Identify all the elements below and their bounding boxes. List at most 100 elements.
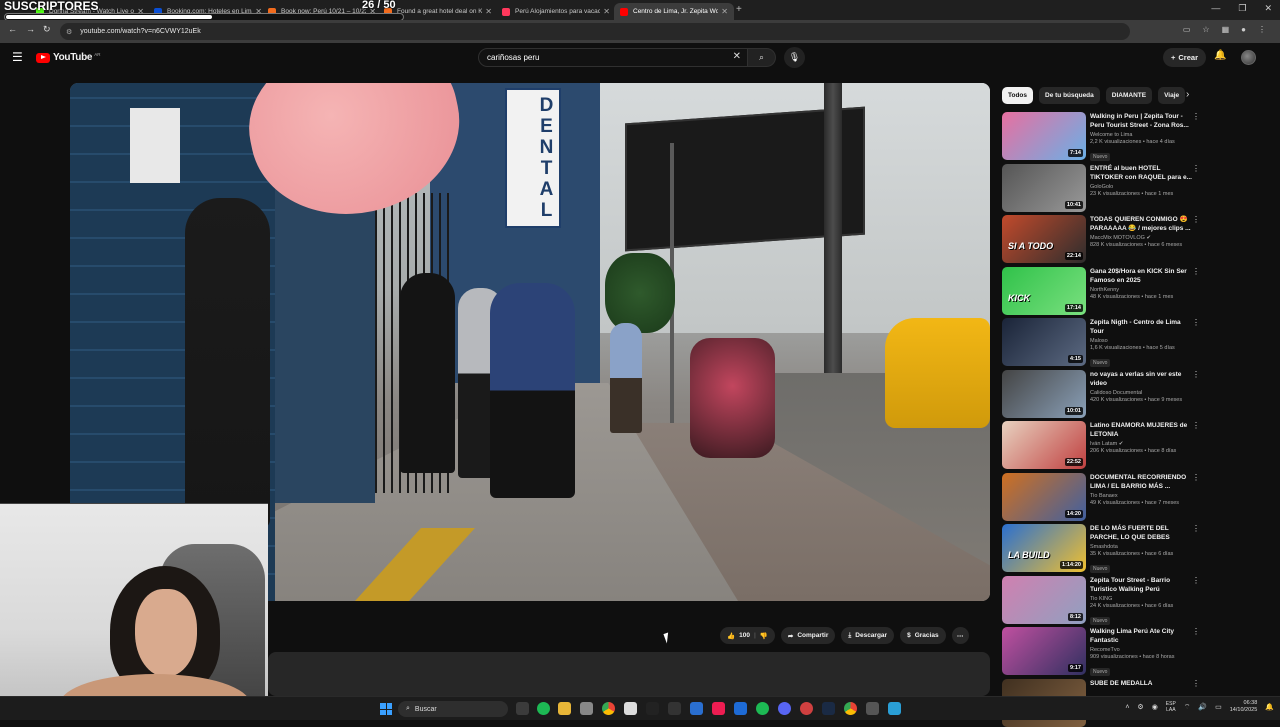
voice-search-button[interactable]: 🎙 [784, 47, 805, 68]
file-explorer-icon[interactable] [558, 702, 571, 715]
video-title[interactable]: SUBE DE MEDALLA [1090, 679, 1192, 688]
clear-search-icon[interactable]: ✕ [733, 51, 741, 62]
video-thumbnail[interactable]: SI A TODO 22:14 [1002, 215, 1086, 263]
recommendation-item[interactable]: 10:01 no vayas a verlas sin ver este vide… [1002, 369, 1202, 418]
bookmark-star-icon[interactable]: ☆ [1202, 25, 1209, 34]
kebab-menu-icon[interactable]: ⋮ [1192, 421, 1200, 430]
create-button[interactable]: + Crear [1163, 48, 1206, 67]
video-title[interactable]: no vayas a verlas sin ver este video [1090, 370, 1192, 388]
cast-icon[interactable]: ▭ [1183, 25, 1191, 34]
channel-name[interactable]: Maloso [1090, 338, 1192, 344]
close-icon[interactable]: ✕ [721, 7, 728, 16]
windows-start-icon[interactable] [380, 703, 392, 715]
kebab-menu-icon[interactable]: ⋮ [1192, 627, 1200, 636]
recommendation-item[interactable]: 10:41 ENTRÉ al buen HOTEL TIKTOKER con RA… [1002, 163, 1202, 212]
app-icon[interactable] [668, 702, 681, 715]
chrome-icon[interactable] [602, 702, 615, 715]
app-icon[interactable] [690, 702, 703, 715]
kebab-menu-icon[interactable]: ⋮ [1192, 112, 1200, 121]
more-actions-button[interactable]: ⋯ [951, 627, 969, 644]
hamburger-menu-icon[interactable]: ☰ [12, 50, 23, 64]
taskbar-search[interactable]: ⌕ Buscar [398, 701, 508, 717]
video-thumbnail[interactable]: 10:01 [1002, 369, 1086, 418]
recommendation-item[interactable]: 14:20 DOCUMENTAL RECORRIENDO LIMA / EL BA… [1002, 472, 1202, 521]
channel-name[interactable]: NorthKenny [1090, 287, 1192, 293]
volume-icon[interactable]: 🔊 [1198, 703, 1207, 711]
site-info-icon[interactable]: ⚙ [66, 28, 72, 36]
clock[interactable]: 06:38 14/10/2025 [1230, 700, 1258, 714]
chip-all[interactable]: Todos [1002, 87, 1034, 104]
channel-name[interactable]: GoloGolo [1090, 184, 1192, 190]
browser-menu-icon[interactable]: ⋮ [1258, 25, 1266, 34]
task-view-icon[interactable] [516, 702, 529, 715]
kebab-menu-icon[interactable]: ⋮ [1192, 164, 1200, 173]
recommendation-item[interactable]: 8:12 Zepita Tour Street - Barrio Turistic… [1002, 575, 1202, 625]
minimize-icon[interactable]: — [1211, 3, 1220, 14]
chip-diamante[interactable]: DIAMANTE [1105, 87, 1153, 104]
kebab-menu-icon[interactable]: ⋮ [1192, 267, 1200, 276]
video-title[interactable]: Gana 20$/Hora en KICK Sin Ser Famoso en … [1090, 267, 1192, 285]
calculator-icon[interactable] [580, 702, 593, 715]
search-button[interactable]: ⌕ [748, 48, 776, 67]
discord-icon[interactable] [778, 702, 791, 715]
app-tray-icon[interactable]: ⚙ [1137, 703, 1143, 711]
steam-icon[interactable] [822, 702, 835, 715]
video-title[interactable]: ENTRÉ al buen HOTEL TIKTOKER con RAQUEL … [1090, 164, 1192, 182]
channel-name[interactable]: MaccMix MOTOVLOG ✔ [1090, 235, 1192, 241]
tiktok-icon[interactable] [712, 702, 725, 715]
video-title[interactable]: Walking in Peru | Zepita Tour - Peru Tou… [1090, 112, 1192, 130]
app-icon[interactable] [800, 702, 813, 715]
app-icon[interactable] [734, 702, 747, 715]
video-thumbnail[interactable]: 22:52 [1002, 421, 1086, 469]
recommendation-item[interactable]: KICK 17:14 Gana 20$/Hora en KICK Sin Ser F… [1002, 266, 1202, 315]
browser-tab[interactable]: Perú Alojamientos para vacacio ✕ [496, 3, 616, 20]
channel-name[interactable]: Smashdota [1090, 544, 1192, 550]
url-field[interactable]: ⚙ youtube.com/watch?v=n6CVWY12uEk [60, 23, 1130, 40]
kebab-menu-icon[interactable]: ⋮ [1192, 473, 1200, 482]
new-tab-button[interactable]: + [736, 4, 742, 15]
wifi-icon[interactable]: ⌔ [1184, 703, 1191, 712]
channel-name[interactable]: Welcome to Lima [1090, 132, 1192, 138]
kebab-menu-icon[interactable]: ⋮ [1192, 215, 1200, 224]
recommendation-item[interactable]: 22:52 Latino ENAMORA MUJERES de LETONIA Iv… [1002, 421, 1202, 469]
app-icon[interactable] [888, 702, 901, 715]
maximize-icon[interactable]: ❐ [1238, 3, 1246, 14]
close-icon[interactable]: ✕ [603, 7, 610, 16]
chip-from-search[interactable]: De tu búsqueda [1039, 87, 1100, 104]
video-title[interactable]: DOCUMENTAL RECORRIENDO LIMA / EL BARRIO … [1090, 473, 1192, 491]
language-indicator[interactable]: ESP LAA [1166, 701, 1176, 713]
app-tray-icon[interactable]: ◉ [1152, 703, 1158, 711]
recommendation-item[interactable]: 4:15 Zepita Nigth - Centro de Lima Tour Ma… [1002, 318, 1202, 367]
video-thumbnail[interactable]: 4:15 [1002, 318, 1086, 366]
recommendation-item[interactable]: 7:14 Walking in Peru | Zepita Tour - Peru… [1002, 112, 1202, 161]
video-thumbnail[interactable]: KICK 17:14 [1002, 266, 1086, 315]
account-avatar[interactable] [1241, 50, 1256, 65]
video-thumbnail[interactable]: 8:12 [1002, 575, 1086, 624]
video-title[interactable]: Zepita Tour Street - Barrio Turistico Wa… [1090, 576, 1192, 594]
video-thumbnail[interactable]: 9:17 [1002, 627, 1086, 675]
browser-tab-active[interactable]: Centro de Lima, Jr. Zepita Wo ✕ [614, 3, 734, 20]
recommendation-item[interactable]: LA BUILD 1:14:20 DE LO MÁS FUERTE DEL PARC… [1002, 524, 1202, 573]
video-title[interactable]: DE LO MÁS FUERTE DEL PARCHE, LO QUE DEBE… [1090, 524, 1192, 542]
chevron-up-icon[interactable]: ˄ [1125, 704, 1129, 711]
video-thumbnail[interactable]: 14:20 [1002, 472, 1086, 521]
notifications-bell-icon[interactable]: 🔔 [1214, 50, 1226, 61]
kebab-menu-icon[interactable]: ⋮ [1192, 679, 1200, 688]
kebab-menu-icon[interactable]: ⋮ [1192, 370, 1200, 379]
close-window-icon[interactable]: ✕ [1264, 3, 1272, 14]
kebab-menu-icon[interactable]: ⋮ [1192, 524, 1200, 533]
channel-name[interactable]: RecomeTvo [1090, 647, 1192, 653]
reload-icon[interactable]: ↻ [43, 24, 51, 35]
recommendation-item[interactable]: SI A TODO 22:14 TODAS QUIEREN CONMIGO 😍 PA… [1002, 215, 1202, 263]
search-input[interactable]: cariñosas peru ✕ [478, 48, 748, 67]
spotify-icon[interactable] [756, 702, 769, 715]
battery-icon[interactable]: ▭ [1215, 703, 1222, 711]
chip-viaje[interactable]: Viaje [1158, 87, 1186, 104]
video-title[interactable]: TODAS QUIEREN CONMIGO 😍 PARAAAAA 😂 / mej… [1090, 215, 1192, 233]
forward-icon[interactable]: → [26, 24, 35, 34]
video-title[interactable]: Zepita Nigth - Centro de Lima Tour [1090, 318, 1192, 336]
notifications-icon[interactable]: 🔔 [1265, 703, 1274, 711]
recommendation-item[interactable]: 9:17 Walking Lima Perú Ate City Fantastic… [1002, 627, 1202, 676]
thumbs-down-icon[interactable]: 👎 [760, 632, 768, 640]
video-thumbnail[interactable]: LA BUILD 1:14:20 [1002, 524, 1086, 572]
